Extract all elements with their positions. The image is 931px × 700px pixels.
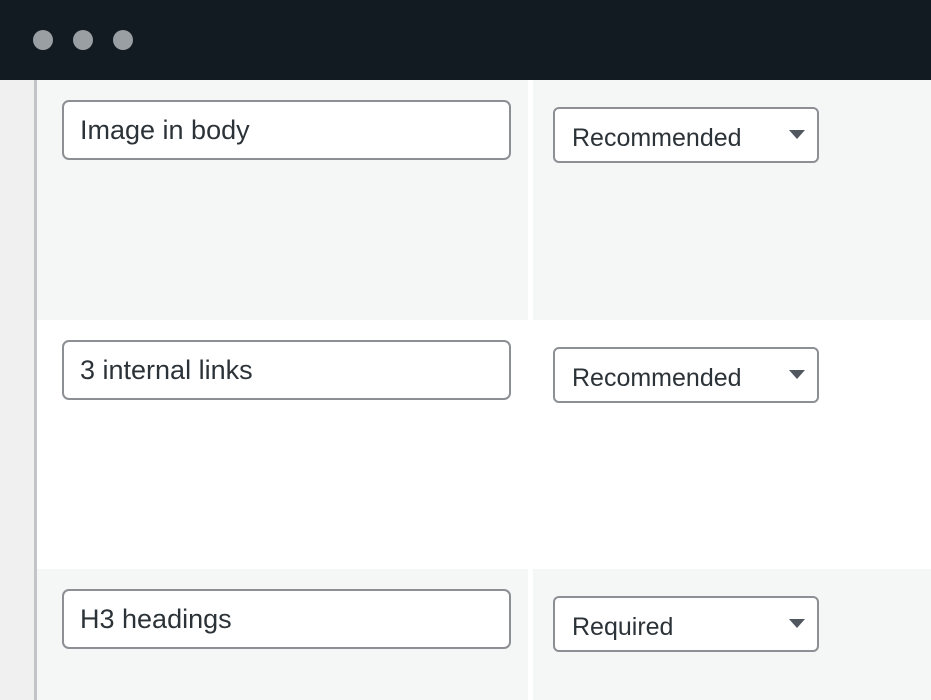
requirement-select[interactable]: Recommended (553, 347, 819, 403)
minimize-window-dot[interactable] (73, 30, 93, 50)
field-name-input[interactable] (62, 340, 511, 400)
requirement-select[interactable]: Required (553, 596, 819, 652)
zoom-window-dot[interactable] (113, 30, 133, 50)
table-row: Required (37, 569, 931, 700)
table-row: Recommended (37, 80, 931, 320)
chevron-down-icon (789, 130, 805, 139)
field-cell (37, 569, 528, 700)
field-cell (37, 320, 528, 569)
chevron-down-icon (789, 370, 805, 379)
requirement-select-value: Recommended (572, 364, 742, 392)
field-name-input[interactable] (62, 100, 511, 160)
requirement-select-value: Required (572, 613, 674, 641)
window-titlebar (0, 0, 931, 80)
requirement-cell: Recommended (533, 80, 931, 320)
field-cell (37, 80, 528, 320)
table-row: Recommended (37, 320, 931, 569)
field-name-input[interactable] (62, 589, 511, 649)
requirement-select-value: Recommended (572, 124, 742, 152)
requirement-cell: Recommended (533, 320, 931, 569)
requirement-cell: Required (533, 569, 931, 700)
admin-sidebar-edge (0, 80, 34, 700)
close-window-dot[interactable] (33, 30, 53, 50)
chevron-down-icon (789, 619, 805, 628)
requirement-select[interactable]: Recommended (553, 107, 819, 163)
app-window: Recommended Recommended Required (0, 0, 931, 700)
